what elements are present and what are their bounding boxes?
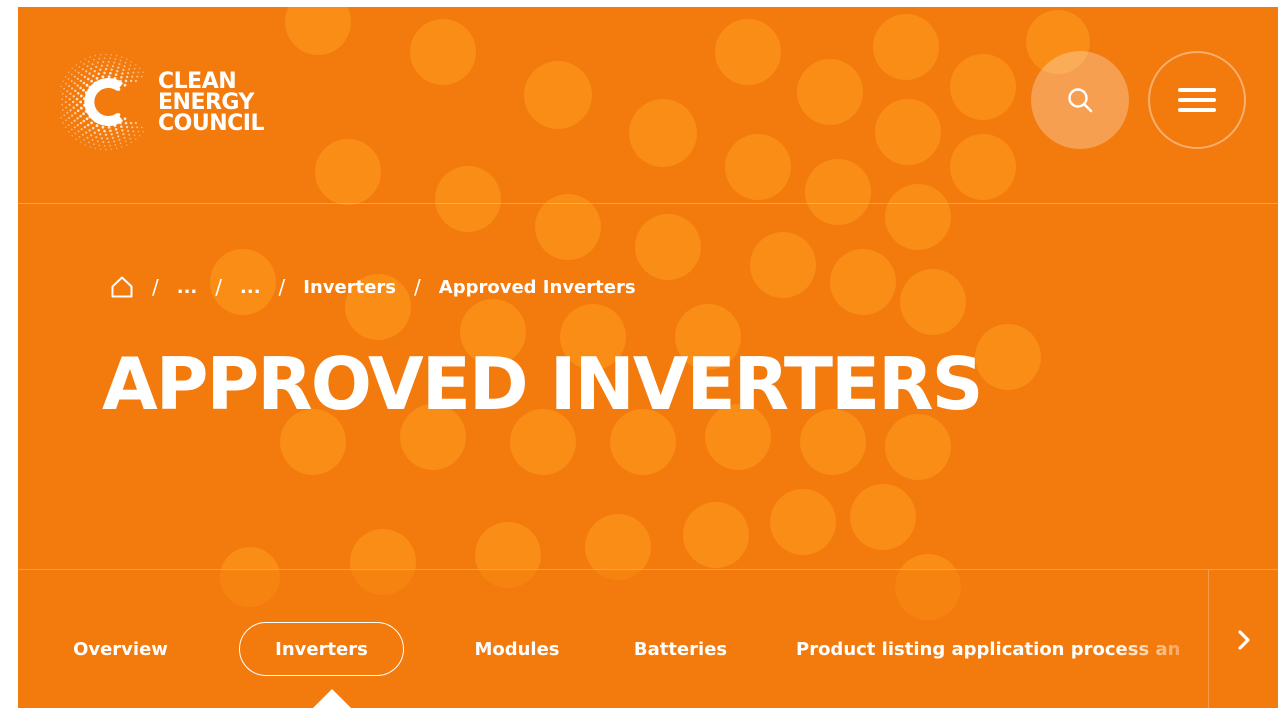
menu-button[interactable] — [1148, 51, 1246, 149]
tab-inverters[interactable]: Inverters — [239, 622, 404, 676]
home-icon — [111, 276, 133, 298]
hero-frame: CLEAN ENERGY COUNCIL / ... / ... / Inver… — [18, 7, 1278, 708]
tab-product-listing-application-process[interactable]: Product listing application process an — [796, 622, 1206, 676]
search-button[interactable] — [1031, 51, 1129, 149]
hamburger-menu-icon — [1178, 88, 1216, 112]
breadcrumb-separator: / — [278, 275, 286, 299]
clean-energy-council-logo[interactable]: CLEAN ENERGY COUNCIL — [60, 52, 300, 152]
logo-line-3: COUNCIL — [158, 110, 264, 136]
tab-batteries[interactable]: Batteries — [618, 622, 743, 676]
logo-line-1: CLEAN — [158, 68, 237, 94]
breadcrumb: / ... / ... / Inverters / Approved Inver… — [110, 270, 636, 304]
page-title: APPROVED INVERTERS — [102, 342, 983, 426]
header-divider — [18, 203, 1278, 204]
breadcrumb-separator: / — [152, 275, 159, 299]
breadcrumb-item-1[interactable]: ... — [177, 277, 198, 298]
breadcrumb-item-current: Approved Inverters — [438, 276, 636, 298]
logo-burst-icon — [60, 53, 144, 151]
logo-line-2: ENERGY — [158, 89, 254, 115]
tabs-next-button[interactable] — [1208, 570, 1278, 708]
breadcrumb-home[interactable] — [110, 275, 134, 299]
chevron-right-icon — [1238, 629, 1250, 650]
breadcrumb-separator: / — [215, 275, 223, 299]
breadcrumb-item-inverters[interactable]: Inverters — [303, 277, 396, 298]
breadcrumb-separator: / — [414, 275, 421, 299]
logo-wordmark: CLEAN ENERGY COUNCIL — [158, 68, 264, 136]
breadcrumb-item-2[interactable]: ... — [240, 277, 261, 298]
active-tab-indicator — [313, 689, 351, 708]
section-tab-bar: Overview Inverters Modules Batteries Pro… — [18, 569, 1278, 708]
tab-overview[interactable]: Overview — [58, 622, 183, 676]
search-icon — [1068, 88, 1093, 113]
tab-modules[interactable]: Modules — [458, 622, 576, 676]
